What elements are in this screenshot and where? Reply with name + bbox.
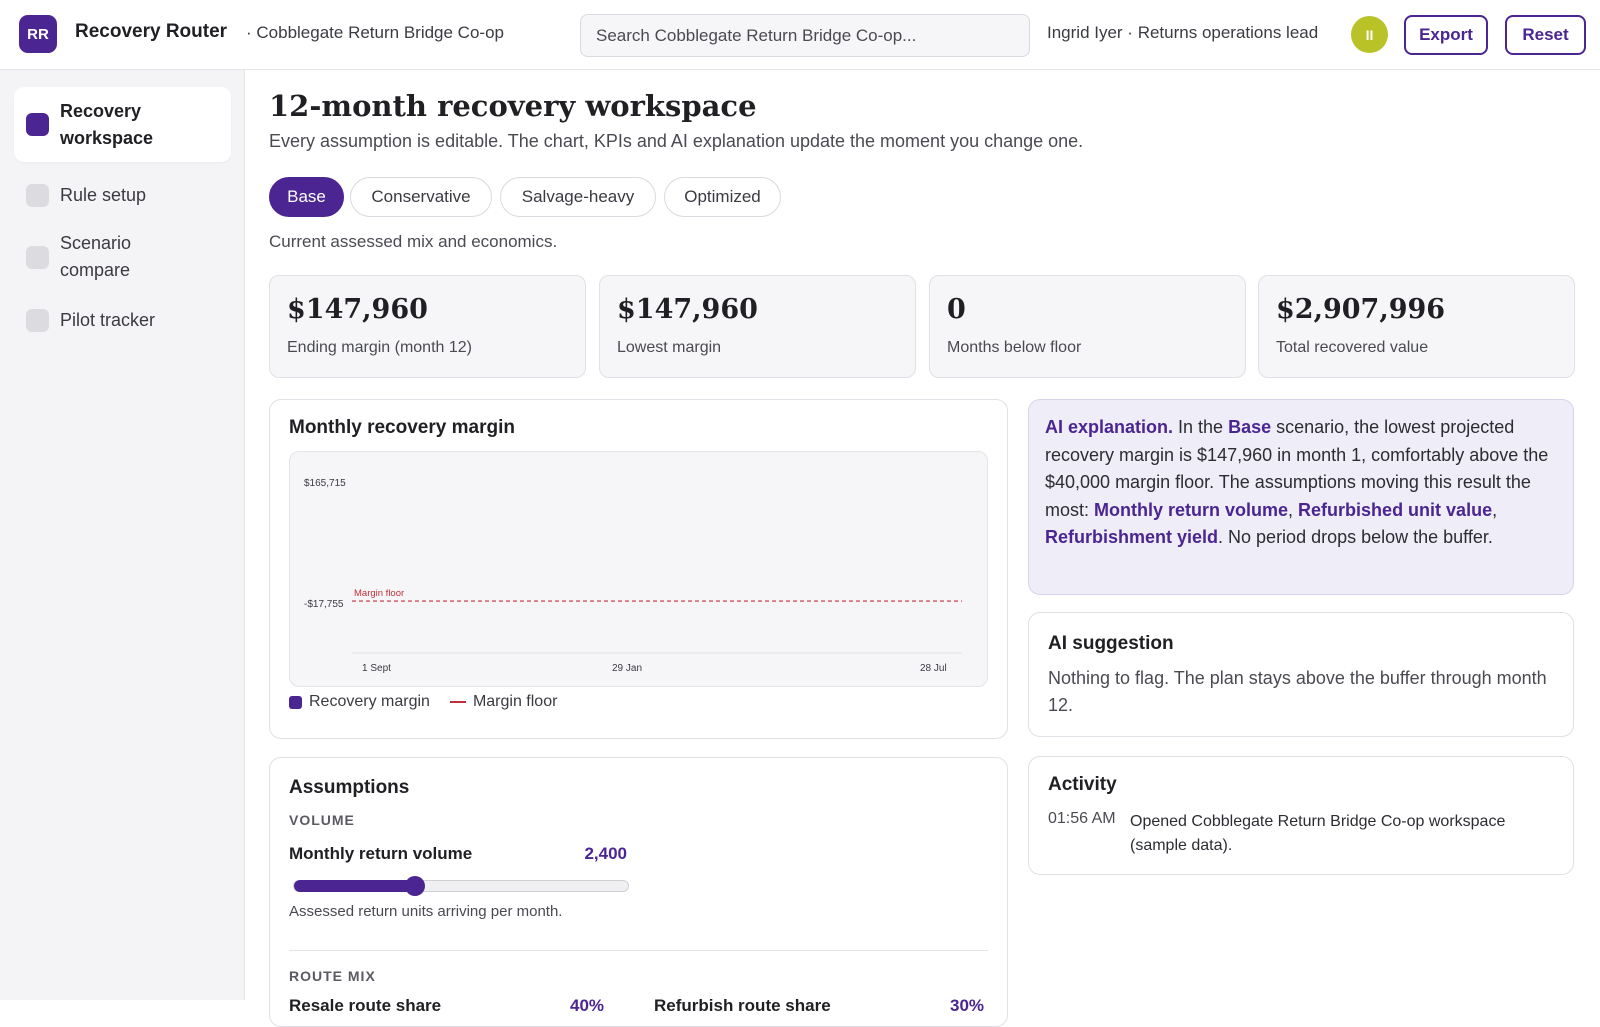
monthly-volume-label: Monthly return volume xyxy=(289,844,473,863)
kpi-label: Ending margin (month 12) xyxy=(287,339,472,356)
y-tick-label: $165,715 xyxy=(304,478,346,489)
x-tick-label: 28 Jul xyxy=(920,663,947,674)
route-left-label: Resale route share xyxy=(289,996,442,1015)
monthly-volume-slider[interactable] xyxy=(293,876,629,896)
sidebar-item-label: Scenario compare xyxy=(60,233,132,280)
sidebar-item-pilot-tracker[interactable]: Pilot tracker xyxy=(14,298,231,342)
sidebar-item-recovery-workspace[interactable]: Recovery workspace xyxy=(14,87,231,162)
ai-text: , xyxy=(1492,499,1498,520)
x-tick-label: 29 Jan xyxy=(612,663,642,674)
ai-suggestion-card: AI suggestion Nothing to flag. The plan … xyxy=(1028,612,1574,737)
kpi-ending-margin: $147,960 Ending margin (month 12) xyxy=(269,275,586,378)
divider xyxy=(289,950,988,951)
app-title: Recovery Router xyxy=(75,21,228,42)
kpi-value: 0 xyxy=(947,294,966,325)
app-logo: RR xyxy=(19,15,57,53)
chart-area: $165,715 -$17,755 Margin floor 1 Sept 29 Jan… xyxy=(289,441,988,687)
ai-driver: Refurbishment yield xyxy=(1045,527,1219,547)
section-label-volume: VOLUME xyxy=(289,812,355,828)
ai-text: . No period drops below the buffer. xyxy=(1218,527,1493,547)
scenario-compare-icon xyxy=(26,245,49,269)
legend-label-floor: Margin floor xyxy=(472,693,558,710)
slider-fill xyxy=(294,880,415,892)
export-button[interactable]: Export xyxy=(1404,15,1488,55)
top-bar: RR Recovery Router · Cobblegate Return B… xyxy=(0,0,1600,70)
reset-button[interactable]: Reset xyxy=(1505,15,1586,55)
chart-title: Monthly recovery margin xyxy=(289,417,515,438)
page-subtitle: Every assumption is editable. The chart,… xyxy=(269,131,1084,151)
activity-text: Opened Cobblegate Return Bridge Co-op wo… xyxy=(1130,813,1506,854)
monthly-volume-value: 2,400 xyxy=(584,844,627,863)
activity-card: Activity 01:56 AM Opened Cobblegate Retu… xyxy=(1028,756,1574,875)
org-name: · Cobblegate Return Bridge Co-op xyxy=(246,23,504,42)
ai-text: In the xyxy=(1173,417,1229,437)
activity-title: Activity xyxy=(1048,774,1117,795)
route-right-value: 30% xyxy=(950,996,985,1015)
assumptions-card: Assumptions VOLUME Monthly return volume… xyxy=(269,757,1008,1027)
sidebar-item-label: Recovery workspace xyxy=(60,100,154,148)
y-tick-label: -$17,755 xyxy=(304,599,344,610)
slider-handle[interactable] xyxy=(404,876,425,896)
chart-card: Monthly recovery margin $165,715 -$17,755… xyxy=(269,399,1008,739)
scenario-description: Current assessed mix and economics. xyxy=(269,232,558,251)
pilot-tracker-icon xyxy=(26,308,49,332)
kpi-value: $2,907,996 xyxy=(1276,294,1446,325)
legend-swatch-margin xyxy=(289,695,302,709)
avatar[interactable]: II xyxy=(1351,16,1388,53)
tab-salvage-heavy[interactable]: Salvage-heavy xyxy=(500,177,656,217)
suggestion-text: Nothing to flag. The plan stays above th… xyxy=(1048,668,1547,715)
tab-conservative[interactable]: Conservative xyxy=(350,177,492,217)
section-label-route-mix: ROUTE MIX xyxy=(289,968,376,984)
ai-driver: Refurbished unit value xyxy=(1298,499,1493,520)
margin-chart: $165,715 -$17,755 Margin floor 1 Sept 29 Jan… xyxy=(304,441,962,674)
ai-scenario: Base xyxy=(1228,417,1272,437)
kpi-months-below-floor: 0 Months below floor xyxy=(929,275,1246,378)
kpi-label: Lowest margin xyxy=(617,339,722,356)
user-label: Ingrid Iyer · Returns operations lead xyxy=(1047,23,1319,42)
margin-floor-annotation: Margin floor xyxy=(354,588,404,599)
rule-setup-icon xyxy=(26,183,49,207)
sidebar-item-scenario-compare[interactable]: Scenario compare xyxy=(14,225,231,289)
ai-text: , xyxy=(1288,499,1299,520)
sidebar-item-label: Pilot tracker xyxy=(60,309,156,330)
monthly-volume-help: Assessed return units arriving per month… xyxy=(289,903,563,920)
assumptions-title: Assumptions xyxy=(289,777,410,798)
route-left-value: 40% xyxy=(570,996,605,1015)
ai-driver: Monthly return volume xyxy=(1094,499,1289,520)
page-title: 12-month recovery workspace xyxy=(269,89,757,123)
sidebar: Recovery workspace Rule setup Scenario c… xyxy=(0,70,245,1000)
activity-time: 01:56 AM xyxy=(1048,810,1116,827)
legend-swatch-floor xyxy=(449,701,466,703)
kpi-value: $147,960 xyxy=(617,294,758,325)
ai-heading: AI explanation. xyxy=(1045,417,1174,437)
search-input[interactable] xyxy=(580,14,1030,57)
kpi-value: $147,960 xyxy=(287,294,428,325)
tab-optimized[interactable]: Optimized xyxy=(664,177,781,217)
recovery-workspace-icon xyxy=(26,113,49,136)
kpi-label: Months below floor xyxy=(947,339,1082,356)
chart-legend: Recovery margin Margin floor xyxy=(289,693,557,711)
suggestion-title: AI suggestion xyxy=(1048,633,1174,654)
legend-label-margin: Recovery margin xyxy=(309,693,430,710)
sidebar-item-label: Rule setup xyxy=(60,184,147,205)
ai-explanation: AI explanation. In the Base scenario, th… xyxy=(1028,399,1574,595)
kpi-total-recovered-value: $2,907,996 Total recovered value xyxy=(1258,275,1575,378)
route-right-label: Refurbish route share xyxy=(654,996,831,1015)
x-tick-label: 1 Sept xyxy=(362,663,391,674)
kpi-lowest-margin: $147,960 Lowest margin xyxy=(599,275,916,378)
sidebar-item-rule-setup[interactable]: Rule setup xyxy=(14,173,231,217)
tab-base[interactable]: Base xyxy=(269,177,344,217)
kpi-label: Total recovered value xyxy=(1276,339,1429,356)
